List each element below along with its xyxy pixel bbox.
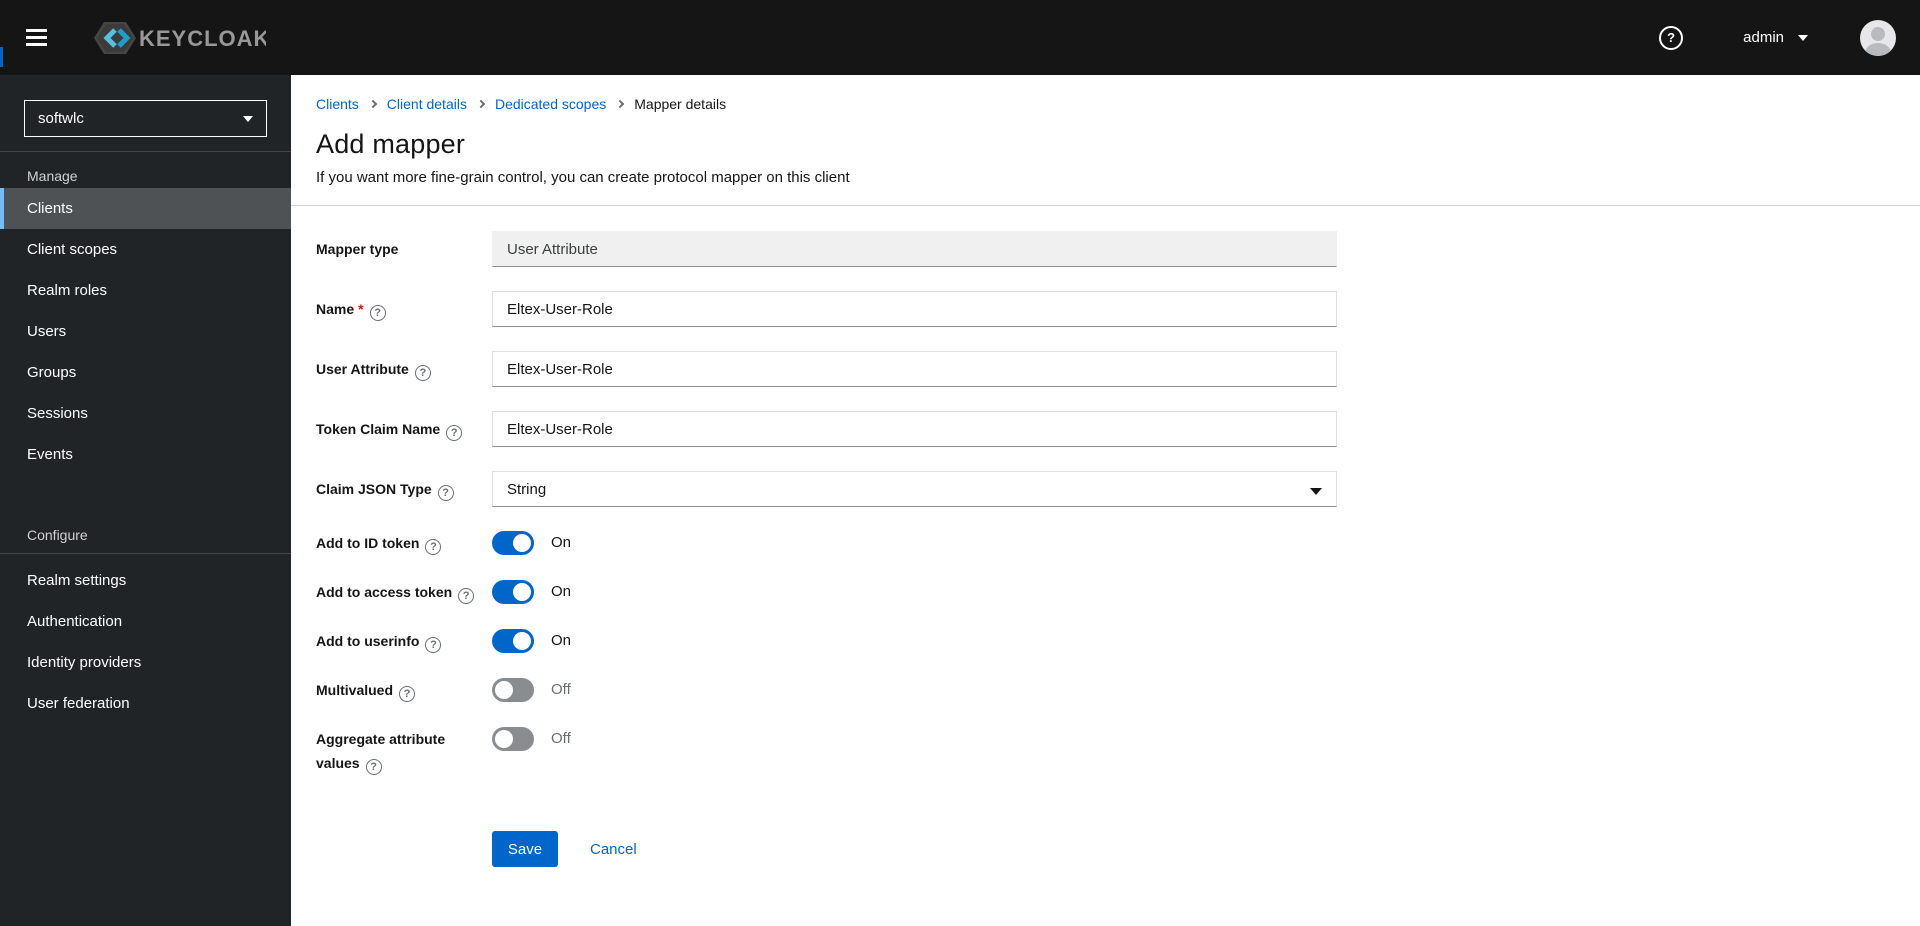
- aggregate-attribute-values-label: Aggregate attribute values?: [316, 731, 446, 775]
- sidebar-item-authentication[interactable]: Authentication: [0, 601, 291, 642]
- help-icon[interactable]: ?: [446, 425, 463, 441]
- brand-text: KEYCLOAK: [139, 26, 266, 51]
- claim-json-type-row: Claim JSON Type? String: [316, 471, 1920, 507]
- nav-toggle-hamburger-icon[interactable]: [22, 21, 60, 55]
- help-icon[interactable]: ?: [437, 485, 454, 501]
- add-to-userinfo-row: Add to userinfo? On: [316, 629, 1920, 653]
- toggle-state-label: On: [551, 583, 572, 600]
- avatar-person-icon: [1871, 26, 1885, 41]
- realm-name: softwlc: [38, 110, 84, 127]
- sidebar-item-events[interactable]: Events: [0, 434, 291, 475]
- token-claim-name-label: Token Claim Name?: [316, 417, 492, 441]
- sidebar-item-realm-settings[interactable]: Realm settings: [0, 560, 291, 601]
- user-attribute-input[interactable]: [492, 351, 1337, 387]
- breadcrumb: Clients Client details Dedicated scopes …: [316, 96, 1895, 112]
- nav-section-configure: Configure: [27, 527, 88, 543]
- chevron-down-icon: [1798, 34, 1808, 41]
- chevron-right-icon: [616, 99, 625, 109]
- help-icon[interactable]: ?: [414, 365, 431, 381]
- keycloak-logo[interactable]: KEYCLOAK: [88, 19, 266, 57]
- sidebar-divider: [0, 553, 291, 554]
- add-to-userinfo-toggle[interactable]: [492, 629, 534, 653]
- help-icon[interactable]: ?: [369, 305, 386, 321]
- add-to-id-token-label: Add to ID token?: [316, 531, 492, 555]
- token-claim-name-row: Token Claim Name?: [316, 411, 1920, 447]
- sidebar-item-users[interactable]: Users: [0, 311, 291, 352]
- main-content: Clients Client details Dedicated scopes …: [291, 75, 1920, 926]
- chevron-down-icon: [243, 115, 253, 122]
- aggregate-attribute-values-row: Aggregate attribute values? Off: [316, 727, 1920, 775]
- multivalued-row: Multivalued? Off: [316, 678, 1920, 702]
- claim-json-type-label: Claim JSON Type?: [316, 477, 492, 501]
- user-attribute-label: User Attribute?: [316, 357, 492, 381]
- mapper-type-row: Mapper type: [316, 231, 1920, 267]
- name-row: Name *?: [316, 291, 1920, 327]
- realm-selector[interactable]: softwlc: [24, 100, 267, 137]
- aggregate-attribute-values-toggle[interactable]: [492, 727, 534, 751]
- sidebar: softwlc Manage Clients Client scopes Rea…: [0, 75, 291, 926]
- required-asterisk: *: [358, 301, 364, 317]
- claim-json-type-select[interactable]: String: [492, 471, 1337, 507]
- user-attribute-row: User Attribute?: [316, 351, 1920, 387]
- breadcrumb-client-details[interactable]: Client details: [387, 96, 467, 112]
- breadcrumb-current: Mapper details: [634, 96, 727, 112]
- nav-section-manage: Manage: [27, 168, 78, 184]
- toggle-state-label: Off: [551, 730, 571, 747]
- breadcrumb-clients[interactable]: Clients: [316, 96, 359, 112]
- chevron-right-icon: [476, 99, 486, 109]
- toggle-state-label: On: [551, 534, 572, 551]
- sidebar-item-sessions[interactable]: Sessions: [0, 393, 291, 434]
- breadcrumb-dedicated-scopes[interactable]: Dedicated scopes: [495, 96, 606, 112]
- sidebar-item-identity-providers[interactable]: Identity providers: [0, 642, 291, 683]
- add-to-id-token-row: Add to ID token? On: [316, 531, 1920, 555]
- sidebar-item-clients[interactable]: Clients: [0, 188, 291, 229]
- sidebar-item-user-federation[interactable]: User federation: [0, 683, 291, 724]
- add-to-id-token-toggle[interactable]: [492, 531, 534, 555]
- toggle-state-label: Off: [551, 681, 571, 698]
- multivalued-toggle[interactable]: [492, 678, 534, 702]
- sidebar-item-groups[interactable]: Groups: [0, 352, 291, 393]
- help-icon[interactable]: ?: [425, 539, 442, 555]
- page-title: Add mapper: [316, 129, 466, 159]
- name-label: Name *?: [316, 297, 492, 321]
- add-to-access-token-row: Add to access token? On: [316, 580, 1920, 604]
- mapper-type-input: [492, 231, 1337, 267]
- help-icon[interactable]: ?: [1659, 25, 1684, 50]
- add-to-access-token-label: Add to access token?: [316, 580, 492, 604]
- multivalued-label: Multivalued?: [316, 678, 492, 702]
- username-label: admin: [1743, 29, 1784, 46]
- token-claim-name-input[interactable]: [492, 411, 1337, 447]
- help-icon[interactable]: ?: [399, 686, 416, 702]
- help-icon[interactable]: ?: [365, 759, 382, 775]
- masthead: KEYCLOAK ? admin: [0, 0, 1920, 75]
- page-subtitle: If you want more fine-grain control, you…: [316, 169, 850, 186]
- avatar[interactable]: [1860, 19, 1896, 56]
- save-button[interactable]: Save: [492, 831, 558, 867]
- masthead-accent-bar: [0, 47, 3, 67]
- form-actions: Save Cancel: [316, 831, 1920, 867]
- add-mapper-form: Mapper type Name*? User Attribute? Token…: [291, 206, 1920, 867]
- mapper-type-label: Mapper type: [316, 241, 399, 257]
- claim-json-type-value: String: [507, 480, 547, 498]
- toggle-state-label: On: [551, 632, 572, 649]
- sidebar-item-client-scopes[interactable]: Client scopes: [0, 229, 291, 270]
- sidebar-item-realm-roles[interactable]: Realm roles: [0, 270, 291, 311]
- user-dropdown[interactable]: admin: [1743, 29, 1808, 46]
- chevron-down-icon: [1310, 488, 1322, 495]
- help-icon[interactable]: ?: [425, 637, 442, 653]
- chevron-right-icon: [368, 99, 378, 109]
- help-icon[interactable]: ?: [458, 588, 475, 604]
- add-to-access-token-toggle[interactable]: [492, 580, 534, 604]
- cancel-button[interactable]: Cancel: [590, 841, 637, 858]
- add-to-userinfo-label: Add to userinfo?: [316, 629, 492, 653]
- name-input[interactable]: [492, 291, 1337, 327]
